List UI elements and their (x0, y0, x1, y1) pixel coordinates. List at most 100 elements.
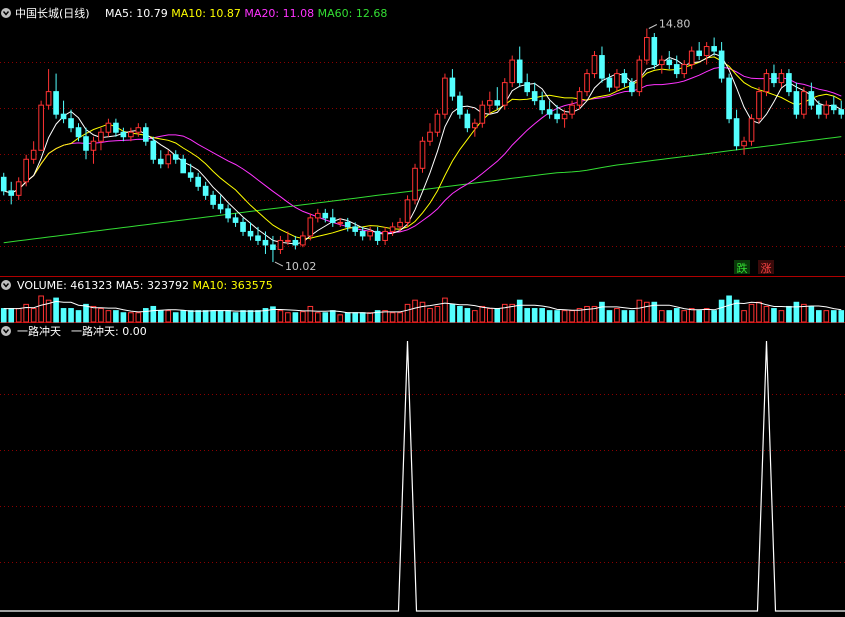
volume-bar (561, 310, 568, 323)
candle (255, 226, 261, 245)
volume-bar (412, 299, 418, 323)
candle (696, 42, 702, 61)
collapse-icon[interactable] (1, 8, 11, 18)
candle-body (105, 122, 112, 133)
candle (210, 190, 216, 209)
volume-bar (120, 312, 127, 323)
candle-body (756, 91, 762, 120)
candle-body (509, 59, 516, 84)
candle-body (367, 230, 373, 237)
candle-body (240, 221, 246, 232)
candle-body (262, 239, 269, 246)
candle (0, 172, 7, 196)
candle (157, 150, 164, 169)
candle (501, 78, 508, 110)
candle (591, 51, 598, 79)
candle (457, 91, 463, 119)
indicator-value-label: 一路冲天: 0.00 (71, 324, 147, 338)
volume-bar (128, 312, 134, 323)
candle (105, 118, 112, 137)
volume-bar (771, 308, 777, 323)
candle-body (606, 77, 613, 88)
volume-bar (195, 310, 201, 323)
collapse-icon[interactable] (1, 280, 11, 290)
volume-bar (427, 308, 433, 323)
candle (412, 163, 418, 205)
candle (651, 33, 658, 70)
candle-body (636, 59, 643, 93)
candle-body (98, 131, 104, 142)
candle (30, 141, 37, 164)
candle (771, 64, 777, 88)
candle (763, 69, 770, 97)
volume-bar (636, 299, 643, 323)
low-pointer (274, 261, 284, 267)
candle-body (255, 235, 261, 241)
volume-bar (0, 308, 7, 323)
high-price-label: 14.80 (659, 18, 691, 31)
candle-body (711, 46, 717, 52)
volume-bar (210, 310, 216, 323)
candle-body (673, 64, 680, 75)
candle (509, 55, 516, 88)
candle-body (681, 64, 688, 75)
volume-bar (397, 312, 403, 323)
candle (38, 100, 44, 151)
candle-body (741, 140, 747, 147)
legend-item: MA10: 363575 (192, 279, 272, 292)
candle-body (584, 73, 590, 93)
volume-bar (404, 303, 411, 323)
candle-body (30, 149, 37, 160)
candle-body (292, 239, 299, 246)
volume-bar (457, 305, 463, 323)
indicator-name: 一路冲天 (17, 324, 61, 338)
candle (486, 91, 493, 115)
candle (711, 37, 717, 56)
volume-bar (8, 308, 15, 323)
legend-item: MA20: 11.08 (244, 7, 317, 20)
candle-body (442, 77, 448, 115)
candle (801, 87, 807, 119)
volume-bar (15, 308, 22, 323)
candle-body (329, 217, 336, 223)
candle-body (621, 73, 628, 84)
volume-bar (486, 308, 493, 323)
volume-bar (718, 299, 725, 323)
candle (756, 87, 762, 124)
volume-bar (726, 295, 732, 323)
candle-body (658, 59, 665, 66)
volume-bar (105, 310, 112, 323)
candle-body (187, 172, 194, 178)
volume-bar (30, 308, 37, 323)
volume-bar (524, 308, 531, 323)
volume-bar (165, 310, 172, 323)
volume-bar (644, 301, 650, 323)
candle (427, 123, 433, 146)
volume-legend: VOLUME: 461323 MA5: 323792 MA10: 363575 (17, 279, 273, 292)
candle-body (314, 212, 321, 219)
candle-body (457, 95, 463, 115)
volume-bar (830, 310, 837, 323)
candle-body (748, 118, 755, 142)
candle-body (202, 185, 209, 196)
candle (516, 46, 523, 88)
volume-bar (516, 299, 523, 323)
candle-body (404, 199, 411, 223)
candle (644, 28, 650, 65)
candle (15, 177, 22, 200)
candle (830, 96, 837, 115)
candle-body (0, 176, 7, 192)
volume-bar (546, 310, 553, 323)
volume-bar (98, 308, 104, 323)
volume-bar (494, 308, 501, 323)
volume-bar (449, 303, 456, 323)
collapse-icon[interactable] (1, 326, 11, 336)
candle (614, 69, 620, 92)
volume-bar (808, 305, 815, 323)
candle (442, 73, 448, 119)
volume-bar (307, 305, 314, 323)
candle-body (838, 109, 845, 115)
legend-item: MA5: 323792 (116, 279, 193, 292)
candle-body (195, 176, 201, 187)
candle (172, 150, 179, 164)
